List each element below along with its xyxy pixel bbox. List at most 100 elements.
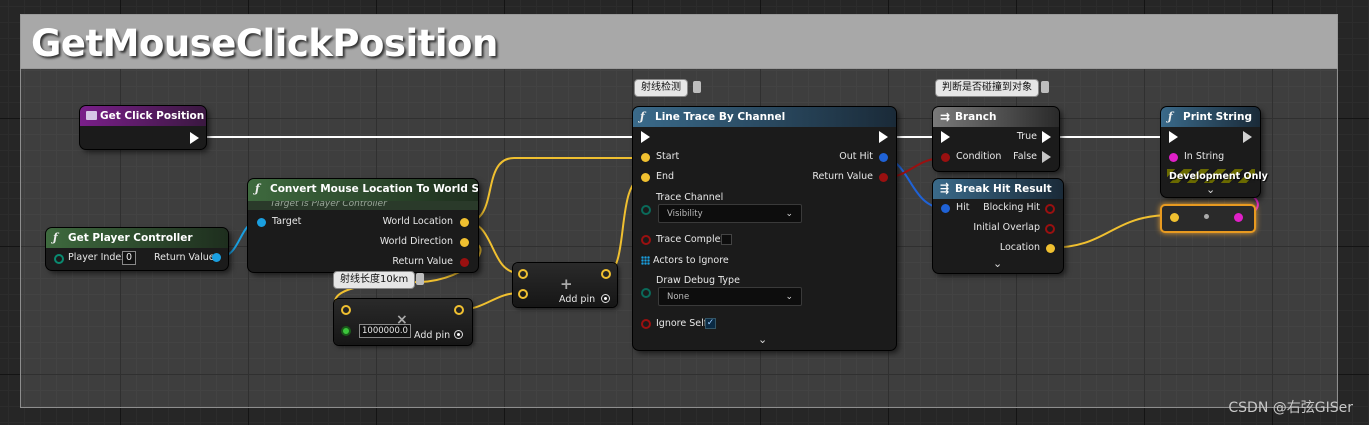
exec-out-pin[interactable] xyxy=(1243,131,1252,143)
return-value-label: Return Value xyxy=(392,256,453,267)
tag-pin-icon xyxy=(416,273,424,285)
exec-out-pin[interactable] xyxy=(879,131,888,143)
false-exec-pin[interactable] xyxy=(1042,151,1051,163)
expand-chevron-icon[interactable]: ⌄ xyxy=(993,257,1002,270)
multiply-input-a-pin[interactable] xyxy=(341,305,351,315)
draw-debug-type-dropdown[interactable]: None ⌄ xyxy=(658,287,802,306)
node-break-hit-result[interactable]: ⇶ Break Hit Result Hit Blocking Hit Init… xyxy=(933,179,1063,273)
add-pin-label[interactable]: Add pin xyxy=(559,294,595,306)
target-label: Target xyxy=(272,216,302,227)
dropdown-value: None xyxy=(667,292,690,302)
add-icon: + xyxy=(560,275,573,293)
multiply-output-pin[interactable] xyxy=(454,305,464,315)
player-index-pin[interactable] xyxy=(54,254,64,264)
array-grid-icon xyxy=(641,256,650,265)
return-value-label: Return Value xyxy=(154,252,215,263)
condition-label: Condition xyxy=(956,151,1002,162)
true-exec-pin[interactable] xyxy=(1042,131,1051,143)
watermark: CSDN @右弦GISer xyxy=(1228,400,1353,416)
node-title: Break Hit Result xyxy=(955,183,1052,195)
exec-in-pin[interactable] xyxy=(641,131,650,143)
node-get-player-controller[interactable]: ƒ Get Player Controller Player Index 0 R… xyxy=(46,228,228,270)
conversion-input-pin[interactable] xyxy=(1170,213,1179,222)
world-direction-pin[interactable] xyxy=(460,238,469,247)
player-index-value[interactable]: 0 xyxy=(122,251,137,265)
conversion-output-pin[interactable] xyxy=(1234,213,1243,222)
multiply-input-b-pin[interactable] xyxy=(341,326,351,336)
tag-text: 射线检测 xyxy=(641,82,681,93)
function-icon: ƒ xyxy=(53,231,58,244)
return-value-pin[interactable] xyxy=(879,173,888,182)
ignore-self-label: Ignore Self xyxy=(656,318,708,329)
exec-out-pin[interactable] xyxy=(190,132,199,144)
ignore-self-pin[interactable] xyxy=(641,319,651,329)
hit-pin[interactable] xyxy=(941,204,950,213)
add-pin-label[interactable]: Add pin xyxy=(414,330,450,342)
add-input-b-pin[interactable] xyxy=(518,289,528,299)
out-hit-pin[interactable] xyxy=(879,153,888,162)
comment-tag-line-trace[interactable]: 射线检测 xyxy=(634,79,688,97)
false-label: False xyxy=(1013,151,1037,162)
node-branch[interactable]: ⇉ Branch True Condition False xyxy=(933,107,1059,171)
node-header: ƒ Print String xyxy=(1161,107,1260,127)
add-output-pin[interactable] xyxy=(601,269,611,279)
comment-tag-ray-length[interactable]: 射线长度10km xyxy=(333,271,416,289)
condition-pin[interactable] xyxy=(941,153,950,162)
end-pin[interactable] xyxy=(641,173,650,182)
trace-channel-pin[interactable] xyxy=(641,205,651,215)
location-pin[interactable] xyxy=(1046,244,1055,253)
return-value-pin[interactable] xyxy=(460,258,469,267)
node-title: Get Player Controller xyxy=(68,232,193,244)
node-conversion-vector-to-string[interactable] xyxy=(1160,204,1256,233)
target-pin[interactable] xyxy=(257,218,266,227)
branch-icon: ⇉ xyxy=(940,110,951,124)
player-index-label: Player Index xyxy=(68,252,127,263)
in-string-label: In String xyxy=(1184,151,1225,162)
blocking-hit-label: Blocking Hit xyxy=(983,202,1040,213)
node-get-click-position[interactable]: Get Click Position xyxy=(80,106,206,149)
function-icon: ƒ xyxy=(640,110,645,123)
expand-chevron-icon[interactable]: ⌄ xyxy=(758,333,767,346)
node-header: Get Click Position xyxy=(80,106,206,126)
add-pin-icon[interactable] xyxy=(454,330,463,339)
development-only-label: Development Only xyxy=(1169,171,1268,182)
start-label: Start xyxy=(656,151,680,162)
trace-complex-pin[interactable] xyxy=(641,235,651,245)
node-header: ⇉ Branch xyxy=(933,107,1059,127)
exec-in-pin[interactable] xyxy=(941,131,950,143)
add-input-a-pin[interactable] xyxy=(518,269,528,279)
function-entry-icon xyxy=(86,111,97,120)
trace-channel-dropdown[interactable]: Visibility ⌄ xyxy=(658,204,802,223)
chevron-down-icon: ⌄ xyxy=(785,292,793,302)
tag-text: 判断是否碰撞到对象 xyxy=(942,82,1032,93)
expand-chevron-icon[interactable]: ⌄ xyxy=(1206,183,1215,196)
blocking-hit-pin[interactable] xyxy=(1045,204,1055,214)
exec-in-pin[interactable] xyxy=(1169,131,1178,143)
trace-complex-checkbox[interactable] xyxy=(721,234,732,245)
start-pin[interactable] xyxy=(641,153,650,162)
node-multiply[interactable]: × 1000000.0 Add pin xyxy=(334,299,472,345)
location-label: Location xyxy=(999,242,1040,253)
ignore-self-checkbox[interactable]: ✓ xyxy=(705,318,716,329)
initial-overlap-pin[interactable] xyxy=(1045,224,1055,234)
node-print-string[interactable]: ƒ Print String In String Development Onl… xyxy=(1161,107,1268,197)
node-header: ƒ Get Player Controller xyxy=(46,228,228,248)
node-title: Line Trace By Channel xyxy=(655,111,786,123)
return-value-pin[interactable] xyxy=(212,253,221,262)
multiply-value-field[interactable]: 1000000.0 xyxy=(359,324,411,338)
tag-pin-icon xyxy=(1041,81,1049,93)
add-pin-icon[interactable] xyxy=(601,294,610,303)
conversion-dot-icon xyxy=(1204,214,1209,219)
chevron-down-icon: ⌄ xyxy=(785,209,793,219)
node-add[interactable]: + Add pin xyxy=(513,263,617,307)
draw-debug-type-label: Draw Debug Type xyxy=(656,275,740,286)
world-location-pin[interactable] xyxy=(460,218,469,227)
in-string-pin[interactable] xyxy=(1169,153,1178,162)
function-icon: ƒ xyxy=(255,182,260,195)
node-line-trace-by-channel[interactable]: ƒ Line Trace By Channel Start Out Hit En… xyxy=(633,107,896,350)
tag-text: 射线长度10km xyxy=(340,274,409,285)
draw-debug-type-pin[interactable] xyxy=(641,288,651,298)
world-direction-label: World Direction xyxy=(379,236,453,247)
comment-tag-branch[interactable]: 判断是否碰撞到对象 xyxy=(935,79,1039,97)
node-convert-mouse-location[interactable]: ƒ Convert Mouse Location To World Space … xyxy=(248,179,478,272)
